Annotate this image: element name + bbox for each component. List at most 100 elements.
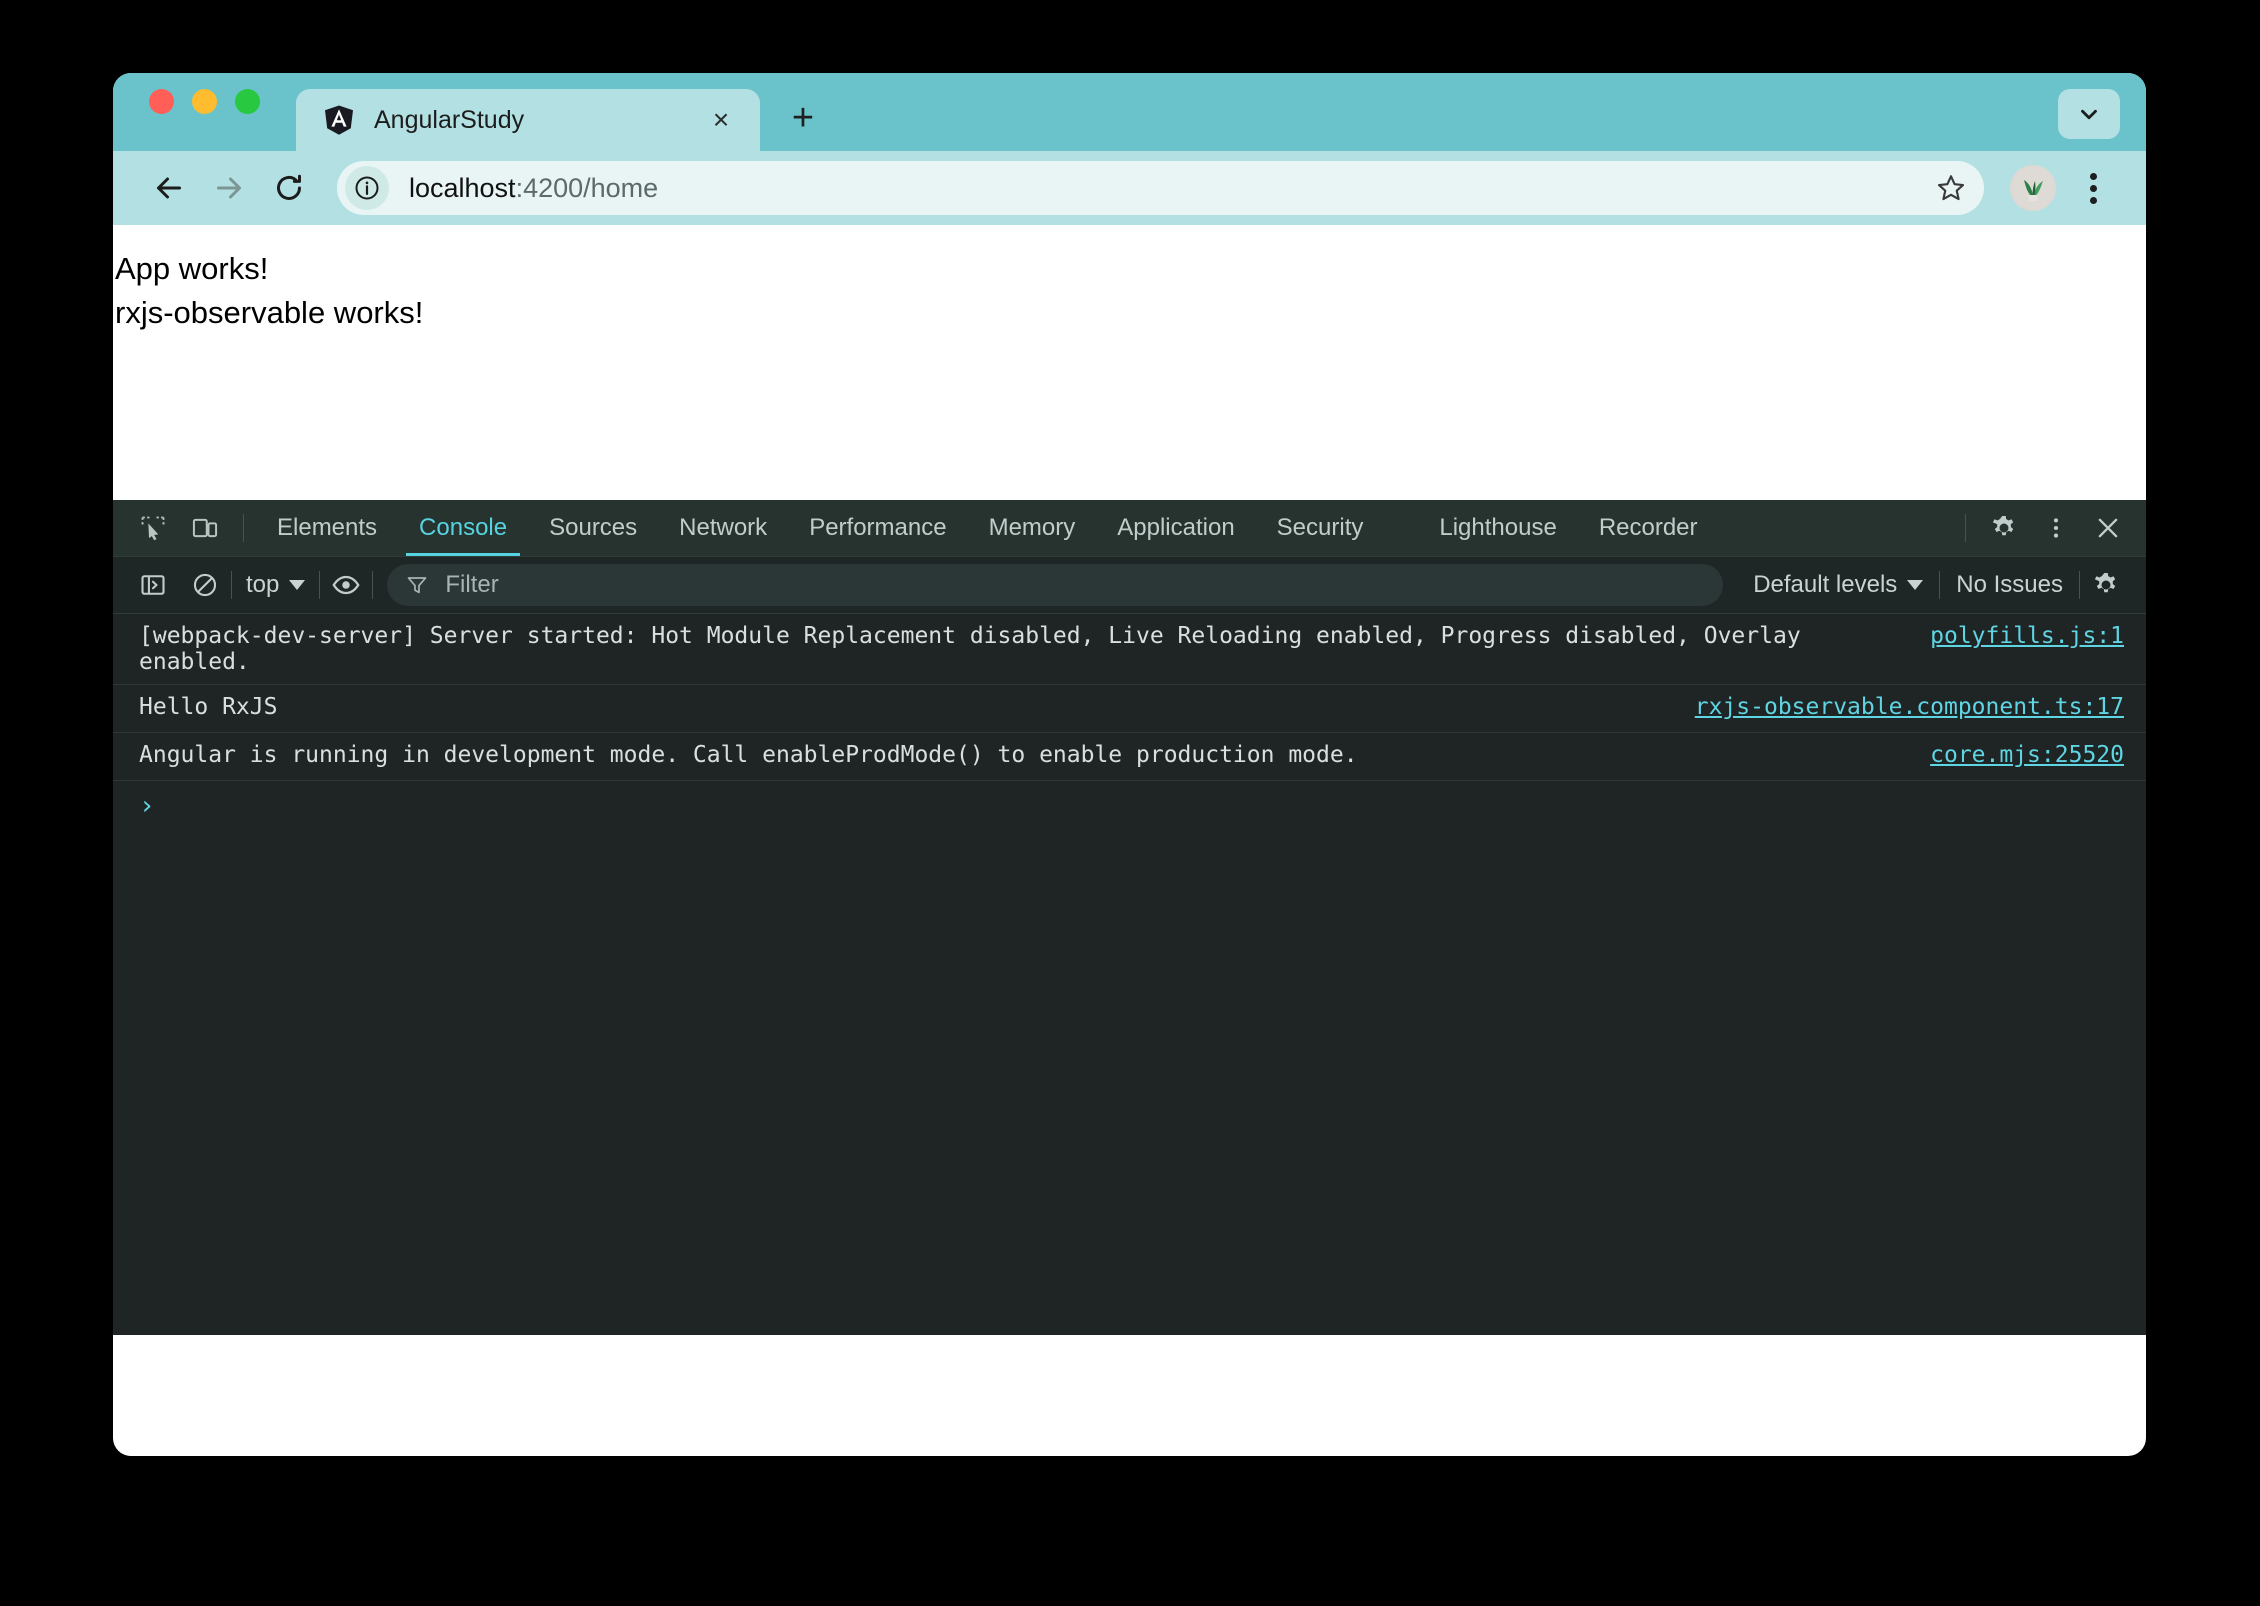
tab-security[interactable]: Security xyxy=(1256,500,1385,556)
console-settings-button[interactable] xyxy=(2080,570,2132,600)
console-message[interactable]: Hello RxJS rxjs-observable.component.ts:… xyxy=(113,685,2146,733)
tab-label: Memory xyxy=(988,514,1076,541)
site-info-icon[interactable] xyxy=(345,166,389,210)
device-toolbar-icon xyxy=(192,518,218,538)
devtools-more-button[interactable] xyxy=(2030,500,2082,556)
tab-search-button[interactable] xyxy=(2058,89,2120,139)
tab-label: Sources xyxy=(549,514,638,541)
console-filter-input[interactable]: Filter xyxy=(387,564,1724,606)
browser-tab[interactable]: AngularStudy × xyxy=(296,89,760,151)
profile-avatar[interactable] xyxy=(2010,165,2056,211)
chevron-down-icon xyxy=(2081,109,2097,120)
inspect-element-button[interactable] xyxy=(127,500,179,556)
close-tab-button[interactable]: × xyxy=(704,103,738,137)
forward-button[interactable] xyxy=(199,158,259,218)
tab-recorder[interactable]: Recorder xyxy=(1578,500,1719,556)
log-levels-selector[interactable]: Default levels xyxy=(1737,571,1939,599)
console-prompt[interactable]: › xyxy=(113,781,2146,831)
plant-avatar-icon xyxy=(2013,168,2053,208)
tab-sources[interactable]: Sources xyxy=(528,500,658,556)
log-levels-label: Default levels xyxy=(1753,571,1898,598)
console-message[interactable]: Angular is running in development mode. … xyxy=(113,733,2146,781)
toolbar-divider xyxy=(1965,514,1966,542)
browser-menu-button[interactable] xyxy=(2066,161,2120,215)
console-message-text: Angular is running in development mode. … xyxy=(139,742,1358,768)
clear-console-icon xyxy=(193,573,217,597)
tab-title: AngularStudy xyxy=(374,105,525,134)
devtools-close-button[interactable] xyxy=(2082,500,2134,556)
execution-context-label: top xyxy=(246,571,280,598)
tab-memory[interactable]: Memory xyxy=(968,500,1097,556)
tab-lighthouse[interactable]: Lighthouse xyxy=(1418,500,1577,556)
reload-icon xyxy=(277,174,301,200)
eye-icon xyxy=(332,575,360,595)
console-message-source-link[interactable]: rxjs-observable.component.ts:17 xyxy=(1695,694,2124,720)
console-message-text: Hello RxJS xyxy=(139,694,278,720)
tab-network[interactable]: Network xyxy=(658,500,788,556)
toggle-device-toolbar-button[interactable] xyxy=(179,500,231,556)
tab-label: Application xyxy=(1117,514,1235,541)
tab-console[interactable]: Console xyxy=(398,500,528,556)
devtools-settings-button[interactable] xyxy=(1978,500,2030,556)
kebab-menu-icon xyxy=(2053,518,2059,538)
live-expression-button[interactable] xyxy=(320,570,372,600)
devtools-tabbar: Elements Console Sources Network Perform… xyxy=(113,500,2146,557)
console-sidebar-icon xyxy=(141,575,165,595)
tab-label: Lighthouse xyxy=(1439,514,1557,541)
back-button[interactable] xyxy=(139,158,199,218)
console-message-list[interactable]: [webpack-dev-server] Server started: Hot… xyxy=(113,614,2146,1335)
tab-label: Security xyxy=(1276,514,1364,541)
page-text-line: rxjs-observable works! xyxy=(115,295,424,331)
browser-toolbar: localhost:4200/home xyxy=(113,151,2146,225)
tab-elements[interactable]: Elements xyxy=(256,500,398,556)
page-text-line: App works! xyxy=(115,251,269,286)
gear-icon xyxy=(2094,573,2116,593)
arrow-right-icon xyxy=(217,177,241,199)
kebab-dot xyxy=(2089,184,2097,192)
arrow-left-icon xyxy=(157,177,181,199)
issues-status[interactable]: No Issues xyxy=(1940,571,2079,599)
clear-console-button[interactable] xyxy=(179,571,231,599)
chevron-down-icon xyxy=(289,580,306,590)
reload-button[interactable] xyxy=(259,158,319,218)
devtools-panel: Elements Console Sources Network Perform… xyxy=(113,500,2146,1335)
funnel-filter-icon xyxy=(408,577,427,594)
minimize-window-button[interactable] xyxy=(192,88,217,114)
kebab-dot xyxy=(2089,172,2097,180)
maximize-window-button[interactable] xyxy=(235,88,260,114)
traffic-lights xyxy=(149,73,260,151)
kebab-dot xyxy=(2089,196,2097,204)
angular-logo-icon xyxy=(322,103,356,137)
address-bar[interactable]: localhost:4200/home xyxy=(337,161,1984,215)
console-toolbar: top Filter Default levels No Issues xyxy=(113,557,2146,614)
tab-application[interactable]: Application xyxy=(1096,500,1255,556)
tab-label: Recorder xyxy=(1598,514,1698,541)
console-sidebar-toggle[interactable] xyxy=(127,571,179,599)
tabbar-end-pad xyxy=(2134,500,2146,556)
close-icon xyxy=(2098,518,2118,538)
browser-window: AngularStudy × + localhost:4200/home App… xyxy=(113,73,2146,1456)
tabbar-spacer xyxy=(1719,500,1953,556)
inspect-element-icon xyxy=(141,516,165,541)
tab-group-gap xyxy=(1384,500,1418,556)
chevron-down-icon xyxy=(1907,580,1924,590)
prompt-chevron-icon: › xyxy=(139,791,155,821)
new-tab-button[interactable]: + xyxy=(782,97,824,139)
execution-context-selector[interactable]: top xyxy=(232,571,319,599)
url-path: :4200/home xyxy=(515,172,659,203)
console-message-source-link[interactable]: core.mjs:25520 xyxy=(1930,742,2124,768)
tab-label: Network xyxy=(679,514,768,541)
gear-icon xyxy=(1992,516,2014,536)
page-viewport: App works! rxjs-observable works! xyxy=(113,225,2146,500)
console-message-text: [webpack-dev-server] Server started: Hot… xyxy=(139,623,1815,675)
tab-label: Console xyxy=(419,514,508,541)
bookmark-star-icon[interactable] xyxy=(1926,163,1976,213)
console-message-source-link[interactable]: polyfills.js:1 xyxy=(1930,623,2124,649)
tab-label: Performance xyxy=(809,514,947,541)
url-text: localhost:4200/home xyxy=(409,173,658,204)
console-message[interactable]: [webpack-dev-server] Server started: Hot… xyxy=(113,614,2146,685)
tab-performance[interactable]: Performance xyxy=(788,500,967,556)
tab-strip: AngularStudy × + xyxy=(113,73,2146,151)
close-window-button[interactable] xyxy=(149,88,174,114)
url-host: localhost xyxy=(409,172,516,203)
